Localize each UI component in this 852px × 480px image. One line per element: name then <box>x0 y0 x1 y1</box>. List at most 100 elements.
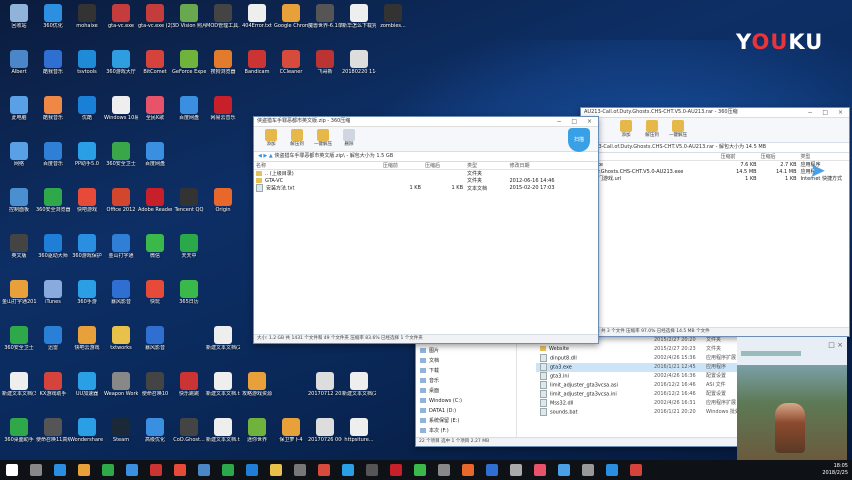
taskbar-app-icon[interactable] <box>198 464 210 476</box>
desktop-icon[interactable]: MOD管理工具... <box>206 2 240 44</box>
taskbar-app-icon[interactable] <box>222 464 234 476</box>
desktop-icon[interactable]: 新建文本文档(2).txt <box>342 370 376 412</box>
desktop-icon[interactable]: 360安全卫士 <box>2 324 36 366</box>
desktop-icon[interactable]: 404Error.txt <box>240 2 274 44</box>
taskbar-app-icon[interactable] <box>174 464 186 476</box>
toolbar-button[interactable]: 一键解压 <box>667 120 689 138</box>
desktop-icon[interactable]: UU加速器 <box>70 370 104 412</box>
desktop-icon[interactable]: iTunes <box>36 278 70 320</box>
taskbar-app-icon[interactable] <box>30 464 42 476</box>
taskbar-app-icon[interactable] <box>438 464 450 476</box>
column-header[interactable]: 压缩后 <box>422 162 466 170</box>
toolbar-button[interactable]: 添加 <box>260 129 282 147</box>
archive-address-bar[interactable]: ◀ ▶ ▲ 侠盗猎车手罪恶都市英文版.zip\ - 解包大小为 1.5 GB <box>254 152 598 162</box>
desktop-icon[interactable]: Origin <box>206 186 240 228</box>
file-row[interactable]: gta3.exe 2016/1/21 12:45 应用程序 <box>536 363 756 372</box>
desktop-icon[interactable]: 天天中 <box>172 232 206 274</box>
desktop-icon[interactable]: 新建文本文档(3).txt <box>2 370 36 412</box>
desktop-icon[interactable]: httpsiture... <box>342 416 376 458</box>
desktop-icon[interactable]: 酷我音乐 <box>36 94 70 136</box>
desktop-icon[interactable]: CoD.Ghost... <box>172 416 206 458</box>
toolbar-button[interactable]: 添加 <box>615 120 637 138</box>
desktop-icon[interactable]: 360安全卫士 <box>104 140 138 182</box>
nav-item[interactable]: 桌面 <box>416 386 516 396</box>
archive2-titlebar[interactable]: AU213-Call.of.Duty.Ghosts.CHS-CHT.V5.0-A… <box>581 108 849 118</box>
nav-item[interactable]: 本次 (F:) <box>416 426 516 436</box>
window-controls[interactable]: − □ × <box>556 117 596 126</box>
desktop-icon[interactable]: 优酷 <box>70 94 104 136</box>
desktop-icon[interactable]: Tencent QQ <box>172 186 206 228</box>
file-row[interactable]: dinput8.dll 2002/4/26 15:36 应用程序扩展 <box>536 354 756 363</box>
desktop-icon[interactable]: 控制面板 <box>2 186 36 228</box>
desktop-icon[interactable]: 魔兽世界-6.1单机... <box>308 2 342 44</box>
desktop-icon[interactable]: 360游戏保护 <box>70 232 104 274</box>
shield-icon[interactable]: 扫描 <box>568 128 590 152</box>
desktop-icon[interactable]: 360桌面助手 <box>2 416 36 458</box>
desktop-icon[interactable]: 高级优化 <box>138 416 172 458</box>
desktop-icon[interactable]: PP助手5.0 <box>70 140 104 182</box>
toolbar-button[interactable]: 删除 <box>338 129 360 147</box>
desktop-icon[interactable]: 迷你世界 <box>240 416 274 458</box>
nav-item[interactable]: 文档 <box>416 356 516 366</box>
table-row[interactable]: .. (上级目录) 文件夹 <box>254 170 598 177</box>
taskbar-app-icon[interactable] <box>54 464 66 476</box>
desktop-icon[interactable]: 金山打字通2016之... <box>2 278 36 320</box>
window-controls[interactable]: − □ × <box>807 108 847 117</box>
desktop-icon[interactable]: KX游戏助手 <box>36 370 70 412</box>
taskbar-app-icon[interactable] <box>414 464 426 476</box>
taskbar-app-icon[interactable] <box>486 464 498 476</box>
taskbar-app-icon[interactable] <box>606 464 618 476</box>
desktop-icon[interactable]: 使命召唤11高级战争 <box>36 416 70 458</box>
toolbar-button[interactable]: 解压到 <box>286 129 308 147</box>
taskbar-app-icon[interactable] <box>462 464 474 476</box>
overlay-controls-icon[interactable]: □ × <box>828 341 843 349</box>
desktop-icon[interactable]: Windows 10易升 <box>104 94 138 136</box>
desktop-icon[interactable]: 网络 <box>2 140 36 182</box>
desktop-icon[interactable]: 百度网盘 <box>138 140 172 182</box>
taskbar-app-icon[interactable] <box>78 464 90 476</box>
desktop-icon[interactable]: 360手游 <box>70 278 104 320</box>
file-row[interactable]: Website 2015/2/27 20:23 文件夹 <box>536 345 756 354</box>
nav-arrows-icon[interactable]: ◀ ▶ ▲ <box>258 153 274 159</box>
desktop-icon[interactable]: Office 2012 <box>104 186 138 228</box>
nav-item[interactable]: 系统保留 (E:) <box>416 416 516 426</box>
desktop-icon[interactable]: 20180220 114531.mkv <box>342 48 376 90</box>
file-row[interactable]: gta3.ini 2002/4/26 16:36 配置设置 <box>536 372 756 381</box>
file-row[interactable]: limit_adjuster_gta3vcsa.asi 2016/12/2 16:… <box>536 381 756 390</box>
column-header[interactable]: 修改日期 <box>507 162 598 170</box>
desktop-icon[interactable]: 英文版 <box>2 232 36 274</box>
desktop-icon[interactable]: 快玩 <box>138 278 172 320</box>
toolbar-button[interactable]: 解压到 <box>641 120 663 138</box>
column-header[interactable]: 压缩前 <box>718 153 759 161</box>
desktop-icon[interactable]: 暴风影音 <box>138 324 172 366</box>
taskbar-app-icon[interactable] <box>534 464 546 476</box>
taskbar-app-icon[interactable] <box>318 464 330 476</box>
desktop-icon[interactable]: Weapon Workshop <box>104 370 138 412</box>
taskbar-app-icon[interactable] <box>126 464 138 476</box>
desktop-icon[interactable]: Albert <box>2 48 36 90</box>
taskbar-app-icon[interactable] <box>510 464 522 476</box>
nav-item[interactable]: 下载 <box>416 366 516 376</box>
desktop-icon[interactable]: Google Chrome <box>274 2 308 44</box>
desktop-icon[interactable]: 快乐跳跳 <box>172 370 206 412</box>
desktop-icon[interactable]: 360驱动大师 <box>36 232 70 274</box>
desktop-icon[interactable]: 攻略游戏资源 <box>240 370 274 412</box>
desktop-icon[interactable]: 快吧游戏 <box>70 186 104 228</box>
nav-item[interactable]: 音乐 <box>416 376 516 386</box>
desktop-icon[interactable]: 20170712 203142.mkv <box>308 370 342 412</box>
table-row[interactable]: 安装方法.txt 1 KB 1 KB 文本文档 2015-02-20 17:03 <box>254 184 598 192</box>
desktop-icon[interactable]: 新建文本文档.txt <box>206 370 240 412</box>
desktop-icon[interactable]: 365日历 <box>172 278 206 320</box>
desktop-icon[interactable]: gta-vc.exe <box>104 2 138 44</box>
taskbar-app-icon[interactable] <box>390 464 402 476</box>
explorer-window[interactable]: 视频图片文档下载音乐桌面Windows (C:)DATA1 (D:)系统保留 (… <box>415 333 757 447</box>
taskbar-app-icon[interactable] <box>270 464 282 476</box>
taskbar-app-icon[interactable] <box>558 464 570 476</box>
desktop-icon[interactable]: 360优化 <box>36 2 70 44</box>
desktop-icon[interactable]: 快吧云游戏 <box>70 324 104 366</box>
desktop-icon[interactable]: CCleaner <box>274 48 308 90</box>
desktop-icon[interactable]: 使命召唤10 <box>138 370 172 412</box>
archive2-address-bar[interactable]: AU213-Call.of.Duty.Ghosts.CHS-CHT.V5.0-A… <box>581 143 849 153</box>
desktop-icon[interactable]: 360游戏大厅 <box>104 48 138 90</box>
desktop-icon[interactable]: Bandicam <box>240 48 274 90</box>
